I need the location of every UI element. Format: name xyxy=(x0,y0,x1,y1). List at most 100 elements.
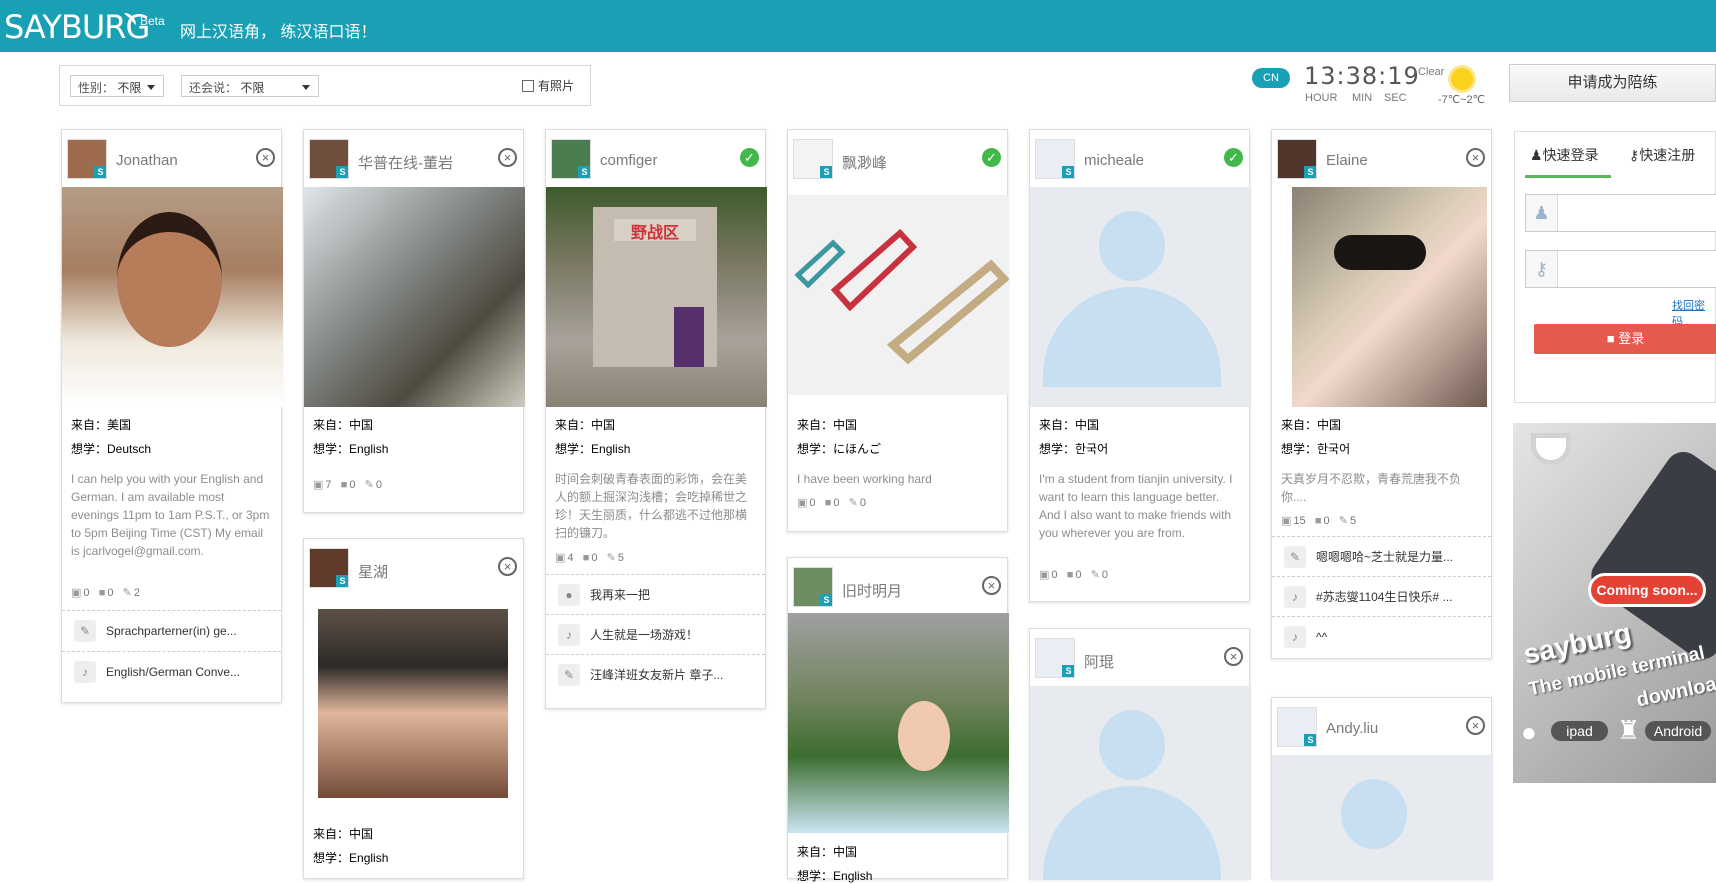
counts: ▣ 4 ■ 0 ✎ 5 xyxy=(555,552,624,564)
close-icon[interactable]: × xyxy=(1224,647,1243,666)
sayburg-badge-icon: S xyxy=(1304,734,1316,746)
checkbox-icon xyxy=(522,80,534,92)
post-item[interactable]: ♪ 人生就是一场游戏！ xyxy=(546,614,765,654)
post-item[interactable]: ♪ #苏志燮1104生日快乐# ... xyxy=(1272,576,1491,616)
password-field[interactable]: ⚷ xyxy=(1525,250,1716,288)
avatar[interactable]: S xyxy=(309,139,349,179)
post-item[interactable]: ● 我再来一把 xyxy=(546,574,765,614)
profile-card[interactable]: S Andy.liu × xyxy=(1271,697,1493,880)
from-line: 来自：中国 xyxy=(555,418,616,432)
profile-name[interactable]: comfiger xyxy=(600,152,658,169)
avatar[interactable]: S xyxy=(793,139,833,179)
post-item[interactable]: ✎ Sprachparterner(in) ge... xyxy=(62,610,281,650)
default-avatar-photo[interactable] xyxy=(1030,686,1251,880)
profile-name[interactable]: Elaine xyxy=(1326,152,1368,169)
profile-photo[interactable]: 野战区 xyxy=(546,187,767,407)
default-avatar-photo[interactable] xyxy=(1272,755,1493,880)
bio-text: 天真岁月不忍欺，青春荒唐我不负你.... xyxy=(1281,472,1462,504)
post-item[interactable]: ✎ 汪峰洋班女友新片 章子... xyxy=(546,654,765,694)
profile-name[interactable]: 星湖 xyxy=(358,561,388,582)
profile-photo[interactable] xyxy=(318,609,508,798)
has-photo-checkbox[interactable]: 有照片 xyxy=(522,77,574,94)
user-icon: ♟ xyxy=(1526,195,1558,231)
microphone-icon: ♪ xyxy=(558,624,580,646)
close-icon[interactable]: × xyxy=(498,148,517,167)
username-field[interactable]: ♟ xyxy=(1525,194,1716,232)
speaks-select[interactable]: 还会说： 不限 xyxy=(181,75,319,97)
counts: ▣ 15 ■ 0 ✎ 5 xyxy=(1281,515,1357,527)
language-badge[interactable]: CN xyxy=(1252,68,1290,88)
clock-min-label: MIN xyxy=(1352,92,1373,104)
sayburg-badge-icon: S xyxy=(336,166,348,178)
temperature: -7℃~2℃ xyxy=(1438,94,1486,106)
from-line: 来自：中国 xyxy=(1281,418,1342,432)
profile-name[interactable]: Jonathan xyxy=(116,152,178,169)
avatar[interactable]: S xyxy=(793,567,833,607)
avatar[interactable]: S xyxy=(1277,139,1317,179)
profile-card[interactable]: S 旧时明月 × 来自：中国 想学：English xyxy=(787,557,1009,883)
profile-card[interactable]: S Jonathan × 来自：美国 想学：Deutsch I can help… xyxy=(61,129,283,703)
avatar[interactable]: S xyxy=(67,139,107,179)
avatar[interactable]: S xyxy=(1035,638,1075,678)
chevron-down-icon xyxy=(147,85,155,94)
pencils-illustration xyxy=(794,228,1009,365)
quick-login-panel: ♟快速登录 ⚷快速注册 ♟ ⚷ 找回密码 ■ 登录 xyxy=(1514,131,1716,403)
clock-hour-label: HOUR xyxy=(1305,92,1338,104)
avatar[interactable]: S xyxy=(1035,139,1075,179)
profile-card[interactable]: S 飘渺峰 ✓ 来自：中国 想学：にほんご I have been workin… xyxy=(787,129,1009,532)
avatar[interactable]: S xyxy=(551,139,591,179)
sayburg-badge-icon: S xyxy=(336,575,348,587)
close-icon[interactable]: × xyxy=(498,557,517,576)
ipad-badge[interactable]: ipad xyxy=(1551,721,1608,741)
profile-name[interactable]: 飘渺峰 xyxy=(842,152,887,173)
from-line: 来自：中国 xyxy=(313,827,374,841)
user-icon: ♟ xyxy=(1530,147,1543,163)
profile-name[interactable]: 阿琨 xyxy=(1084,651,1114,672)
profile-photo[interactable] xyxy=(304,187,525,407)
mobile-app-ad[interactable]: Coming soon... sayburg The mobile termin… xyxy=(1513,423,1716,783)
chevron-down-icon xyxy=(302,85,310,94)
sayburg-badge-icon: S xyxy=(1062,166,1074,178)
close-icon[interactable]: × xyxy=(982,576,1001,595)
microphone-icon: ♪ xyxy=(1284,626,1306,648)
apply-tutor-button[interactable]: 申请成为陪练 xyxy=(1509,64,1716,102)
profile-card[interactable]: S Elaine × 来自：中国 想学：한국어 天真岁月不忍欺，青春荒唐我不负你… xyxy=(1271,129,1492,659)
profile-photo[interactable] xyxy=(62,187,283,407)
profile-card[interactable]: S 华普在线-董岩 × 来自：中国 想学：English ▣ 7 ■ 0 ✎ 0 xyxy=(303,129,525,513)
profile-card[interactable]: S micheale ✓ 来自：中国 想学：한국어 I'm a student … xyxy=(1029,129,1251,602)
post-item[interactable]: ♪ ^^ xyxy=(1272,616,1491,656)
profile-photo[interactable] xyxy=(788,195,1009,395)
counts: ▣ 0 ■ 0 ✎ 2 xyxy=(71,587,140,599)
microphone-icon: ♪ xyxy=(74,661,96,683)
profile-card[interactable]: S 阿琨 × xyxy=(1029,628,1251,880)
learn-line: 想学：한국어 xyxy=(1281,442,1351,456)
profile-name[interactable]: micheale xyxy=(1084,152,1144,169)
profile-photo[interactable] xyxy=(788,613,1009,833)
beta-badge: Beta xyxy=(140,14,165,28)
profile-name[interactable]: Andy.liu xyxy=(1326,720,1378,737)
learn-line: 想学：한국어 xyxy=(1039,442,1109,456)
close-icon[interactable]: × xyxy=(1466,716,1485,735)
profile-name[interactable]: 旧时明月 xyxy=(842,580,902,601)
gender-select[interactable]: 性别： 不限 xyxy=(70,75,164,97)
profile-card[interactable]: S comfiger ✓ 野战区 来自：中国 想学：English 时间会刺破青… xyxy=(545,129,767,709)
tab-register[interactable]: ⚷快速注册 xyxy=(1629,145,1695,165)
profile-card[interactable]: S 星湖 × 来自：中国 想学：English xyxy=(303,538,524,879)
close-icon[interactable]: × xyxy=(256,148,275,167)
sayburg-badge-icon: S xyxy=(1062,665,1074,677)
profile-photo[interactable] xyxy=(1292,187,1487,407)
android-badge[interactable]: Android xyxy=(1645,721,1711,741)
from-line: 来自：中国 xyxy=(797,845,858,859)
login-button[interactable]: ■ 登录 xyxy=(1534,324,1716,354)
pencil-icon: ✎ xyxy=(558,664,580,686)
post-item[interactable]: ♪ English/German Conve... xyxy=(62,651,281,691)
close-icon[interactable]: × xyxy=(1466,148,1485,167)
default-avatar-photo[interactable] xyxy=(1030,187,1251,407)
post-item[interactable]: ✎ 嗯嗯嗯哈~芝士就是力量... xyxy=(1272,536,1491,576)
key-icon: ⚷ xyxy=(1629,147,1640,163)
avatar[interactable]: S xyxy=(309,548,349,588)
profile-name[interactable]: 华普在线-董岩 xyxy=(358,152,453,173)
avatar[interactable]: S xyxy=(1277,707,1317,747)
tab-login[interactable]: ♟快速登录 xyxy=(1530,145,1599,165)
verified-check-icon: ✓ xyxy=(740,148,759,167)
